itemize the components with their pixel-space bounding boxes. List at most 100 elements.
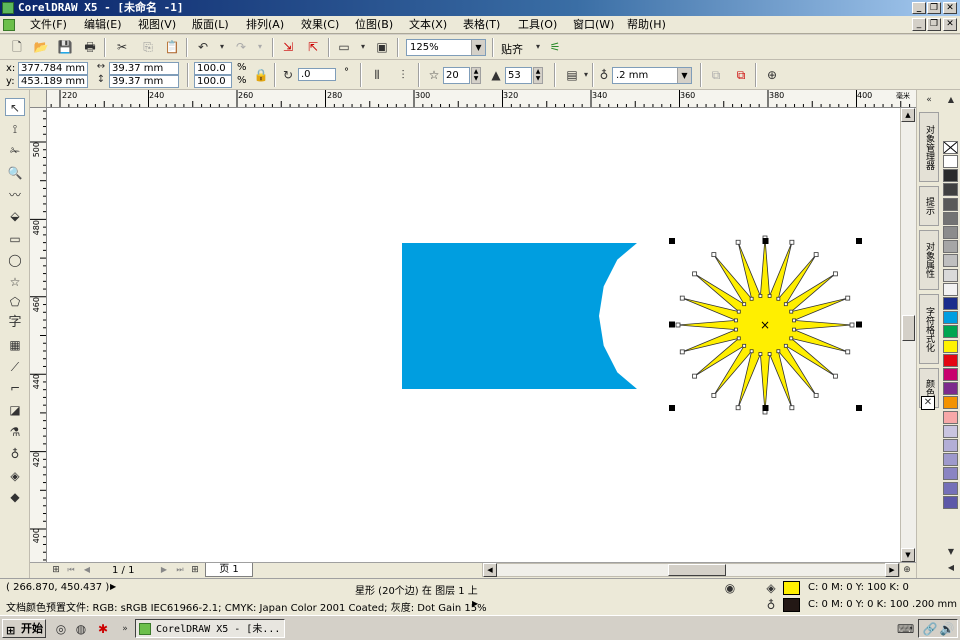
outline-color-swatch[interactable] — [783, 598, 800, 612]
palette-swatch[interactable] — [943, 282, 958, 296]
star-node-handle[interactable] — [742, 302, 747, 307]
palette-swatch[interactable] — [943, 453, 958, 467]
previous-page-icon[interactable]: ◀ — [80, 563, 94, 577]
star-node-handle[interactable] — [776, 296, 781, 301]
options-icon[interactable]: ⚟ — [547, 39, 563, 55]
export-icon[interactable]: ⇱ — [305, 39, 321, 55]
add-page-after-icon[interactable]: ⊞ — [188, 563, 202, 577]
horizontal-ruler[interactable]: 220 240 260 280 300 320 340 360 380 400 … — [47, 90, 916, 108]
add-page-before-icon[interactable]: ⊞ — [49, 563, 63, 577]
palette-scroll-down-icon[interactable]: ▼ — [943, 544, 959, 560]
horizontal-scrollbar[interactable]: ◀ ▶ — [482, 563, 900, 577]
no-color-swatch[interactable] — [943, 141, 958, 154]
crop-tool-icon[interactable]: ✁ — [5, 142, 25, 160]
selection-handle[interactable] — [762, 238, 769, 244]
palette-scroll-up-icon[interactable]: ▲ — [943, 92, 959, 108]
docker-tab-hints[interactable]: 提示 — [919, 186, 939, 226]
fill-tool-icon[interactable]: ◈ — [5, 467, 25, 485]
selection-handle[interactable] — [669, 321, 675, 328]
star-node-handle[interactable] — [813, 252, 819, 258]
star-node-handle[interactable] — [734, 318, 738, 323]
star-node-handle[interactable] — [849, 322, 855, 328]
pick-tool-icon[interactable]: ↖ — [5, 98, 25, 116]
docker-tab-object-properties[interactable]: 对象属性 — [919, 230, 939, 290]
save-icon[interactable]: 💾 — [57, 39, 73, 55]
horizontal-scroll-thumb[interactable] — [668, 564, 726, 576]
sharpness-spinner[interactable]: ▲ ▼ — [533, 67, 543, 84]
star-node-handle[interactable] — [735, 239, 741, 245]
snap-to-label[interactable]: 贴齐 — [501, 41, 523, 57]
palette-swatch[interactable] — [943, 396, 958, 410]
star-node-handle[interactable] — [789, 309, 794, 314]
star-points-field[interactable]: 20 — [443, 67, 470, 84]
palette-swatch[interactable] — [943, 339, 958, 353]
selection-handle[interactable] — [669, 238, 675, 244]
undo-dropdown-icon[interactable]: ▾ — [214, 39, 230, 55]
scroll-down-button[interactable]: ▼ — [901, 548, 915, 562]
menu-table[interactable]: 表格(T) — [463, 16, 500, 34]
redo-dropdown-icon[interactable]: ▾ — [252, 39, 268, 55]
close-button[interactable]: ✕ — [943, 2, 957, 14]
star-node-handle[interactable] — [789, 336, 794, 341]
interactive-fill-tool-icon[interactable]: ◆ — [5, 488, 25, 506]
star-node-handle[interactable] — [758, 294, 763, 298]
launcher-dropdown-icon[interactable]: ▾ — [355, 39, 371, 55]
window-title-bar[interactable]: CorelDRAW X5 - [未命名 -1] _ ❐ ✕ — [0, 0, 960, 16]
ellipse-tool-icon[interactable]: ◯ — [5, 251, 25, 269]
zoom-tool-icon[interactable]: 🔍 — [5, 164, 25, 182]
palette-swatch[interactable] — [943, 268, 958, 282]
star-node-handle[interactable] — [711, 252, 717, 258]
drawing-canvas[interactable]: × — [47, 108, 900, 562]
application-launcher-icon[interactable]: ▭ — [336, 39, 352, 55]
basic-shapes-tool-icon[interactable]: ⬠ — [5, 293, 25, 311]
color-proof-icon[interactable]: ◉ — [722, 580, 738, 596]
to-back-icon[interactable]: ⧉ — [733, 67, 749, 83]
rotation-center-marker[interactable]: × — [760, 318, 770, 332]
star-node-handle[interactable] — [832, 271, 838, 277]
menu-edit[interactable]: 编辑(E) — [84, 16, 122, 34]
palette-swatch[interactable] — [943, 211, 958, 225]
smart-fill-tool-icon[interactable]: ⬙ — [5, 207, 25, 225]
star-node-handle[interactable] — [749, 349, 754, 354]
ruler-origin[interactable] — [30, 90, 47, 108]
palette-swatch[interactable] — [943, 368, 958, 381]
navigator-icon[interactable]: ⊕ — [900, 563, 914, 577]
restore-button[interactable]: ❐ — [927, 2, 941, 14]
y-position-field[interactable]: 453.189 mm — [18, 75, 88, 88]
first-page-icon[interactable]: ⏮ — [64, 563, 78, 577]
star-node-handle[interactable] — [789, 405, 795, 411]
outline-dropdown-icon[interactable]: ▼ — [677, 68, 691, 83]
star-node-handle[interactable] — [845, 349, 851, 355]
undo-icon[interactable]: ↶ — [195, 39, 211, 55]
polygon-tool-icon[interactable]: ☆ — [5, 273, 25, 291]
docker-close-icon[interactable]: ✕ — [921, 396, 935, 410]
rectangle-tool-icon[interactable]: ▭ — [5, 230, 25, 248]
star-node-handle[interactable] — [792, 318, 796, 323]
tray-keyboard-icon[interactable]: ⌨ — [897, 621, 914, 637]
palette-swatch[interactable] — [943, 424, 958, 438]
star-node-handle[interactable] — [845, 295, 851, 301]
star-points-spinner[interactable]: ▲ ▼ — [471, 67, 481, 84]
start-button[interactable]: ⊞ 开始 — [2, 619, 46, 638]
star-node-handle[interactable] — [735, 405, 741, 411]
scroll-left-button[interactable]: ◀ — [483, 563, 497, 577]
vertical-scrollbar[interactable]: ▲ ▼ — [900, 108, 916, 562]
height-field[interactable]: 39.37 mm — [109, 75, 179, 88]
selection-handle[interactable] — [856, 321, 862, 328]
scale-x-field[interactable]: 100.0 — [194, 62, 232, 75]
palette-swatch[interactable] — [943, 169, 958, 183]
dimension-tool-icon[interactable]: ⟋ — [5, 358, 25, 376]
palette-swatch[interactable] — [943, 183, 958, 197]
new-document-icon[interactable]: 🗋 — [9, 39, 25, 55]
menu-effects[interactable]: 效果(C) — [301, 16, 339, 34]
menu-help[interactable]: 帮助(H) — [627, 16, 666, 34]
scale-y-field[interactable]: 100.0 — [194, 75, 232, 88]
vertical-scroll-thumb[interactable] — [902, 315, 915, 341]
star-node-handle[interactable] — [679, 295, 685, 301]
star-node-handle[interactable] — [736, 336, 741, 341]
star-node-handle[interactable] — [783, 343, 788, 348]
import-icon[interactable]: ⇲ — [280, 39, 296, 55]
menu-file[interactable]: 文件(F) — [30, 16, 67, 34]
text-tool-icon[interactable]: 字 — [5, 314, 25, 332]
star-node-handle[interactable] — [679, 349, 685, 355]
